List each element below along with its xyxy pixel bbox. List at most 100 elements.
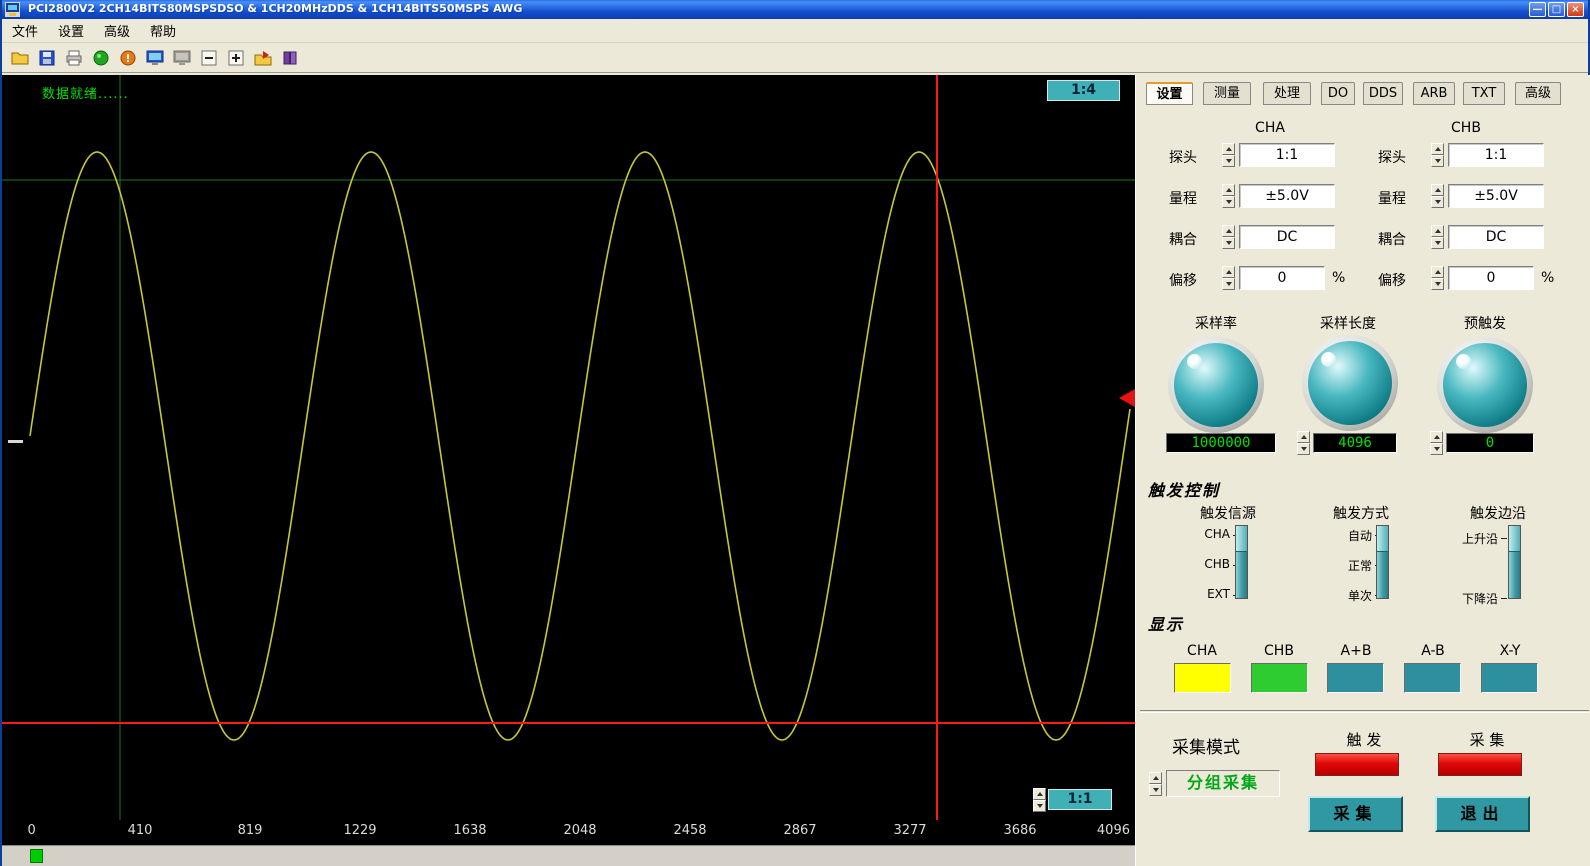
sample-rate-knob[interactable] — [1168, 337, 1264, 433]
scrollbar-thumb[interactable] — [30, 849, 43, 863]
coupling-spinner-chb[interactable] — [1431, 225, 1444, 249]
knob-ball — [1443, 343, 1527, 427]
probe-label-chb: 探头 — [1378, 147, 1406, 167]
coupling-field-chb[interactable]: DC — [1448, 225, 1544, 249]
help-icon[interactable] — [278, 46, 302, 70]
probe-label-cha: 探头 — [1169, 147, 1197, 167]
section-divider — [1140, 710, 1589, 712]
tab-dds[interactable]: DDS — [1363, 82, 1403, 105]
coupling-spinner-cha[interactable] — [1222, 225, 1235, 249]
x-axis-tick: 2458 — [673, 823, 706, 838]
probe-field-cha[interactable]: 1:1 — [1239, 143, 1335, 167]
maximize-button[interactable]: □ — [1548, 2, 1565, 17]
display-cha-button[interactable] — [1174, 663, 1231, 693]
menu-advanced[interactable]: 高级 — [94, 18, 140, 43]
vertical-scale-indicator[interactable]: 1:4 — [1047, 80, 1120, 101]
x-axis-tick: 3686 — [1003, 823, 1036, 838]
range-spinner-chb[interactable] — [1431, 184, 1444, 208]
tab-do[interactable]: DO — [1321, 82, 1355, 105]
display-xy-button[interactable] — [1481, 663, 1538, 693]
trigger-mode-option-normal[interactable]: 正常 — [1328, 557, 1372, 574]
menu-file[interactable]: 文件 — [2, 18, 48, 43]
trigger-source-option-chb[interactable]: CHB — [1186, 557, 1230, 571]
display-aplusb-button[interactable] — [1327, 663, 1384, 693]
cha-waveform — [30, 152, 1130, 740]
display-chb-label: CHB — [1251, 643, 1307, 659]
acquisition-mode-spinner[interactable] — [1149, 772, 1162, 796]
exit-button[interactable]: 退出 — [1435, 796, 1530, 832]
horizontal-scale-indicator[interactable]: 1:1 — [1048, 789, 1112, 810]
horizontal-scale-spinner[interactable] — [1033, 788, 1046, 812]
tab-process[interactable]: 处理 — [1263, 82, 1311, 105]
pretrigger-label: 预触发 — [1450, 313, 1520, 333]
tab-advanced[interactable]: 高级 — [1515, 82, 1561, 105]
trigger-edge-option-rising[interactable]: 上升沿 — [1448, 530, 1498, 547]
zoom-out-icon[interactable] — [197, 46, 221, 70]
trigger-control-heading: 触发控制 — [1148, 477, 1220, 501]
sample-rate-label: 采样率 — [1181, 313, 1251, 333]
trigger-edge-option-falling[interactable]: 下降沿 — [1448, 590, 1498, 607]
range-field-cha[interactable]: ±5.0V — [1239, 184, 1335, 208]
cha-header: CHA — [1246, 120, 1294, 136]
offset-field-cha[interactable]: 0 — [1239, 266, 1325, 290]
range-field-chb[interactable]: ±5.0V — [1448, 184, 1544, 208]
trigger-source-option-ext[interactable]: EXT — [1186, 587, 1230, 601]
status-text: 数据就绪...... — [42, 83, 129, 102]
trigger-indicator-lamp — [1315, 753, 1399, 776]
x-axis-tick: 0 — [28, 823, 36, 838]
menu-settings[interactable]: 设置 — [48, 18, 94, 43]
channel-zero-marker — [8, 440, 23, 443]
probe-field-chb[interactable]: 1:1 — [1448, 143, 1544, 167]
display-heading: 显示 — [1148, 611, 1184, 635]
acquire-button[interactable]: 采集 — [1308, 796, 1403, 832]
trigger-mode-option-auto[interactable]: 自动 — [1328, 527, 1372, 544]
tab-arb[interactable]: ARB — [1413, 82, 1455, 105]
offset-field-chb[interactable]: 0 — [1448, 266, 1534, 290]
offset-spinner-chb[interactable] — [1431, 266, 1444, 290]
pretrigger-knob[interactable] — [1437, 337, 1533, 433]
trigger-mode-option-single[interactable]: 单次 — [1328, 587, 1372, 604]
sample-length-spinner[interactable] — [1297, 431, 1310, 455]
tab-settings[interactable]: 设置 — [1146, 82, 1193, 105]
sample-length-knob[interactable] — [1302, 335, 1398, 431]
window-title: PCI2800V2 2CH14BITS80MSPSDSO & 1CH20MHzD… — [28, 2, 522, 15]
display-icon[interactable] — [143, 46, 167, 70]
x-axis-tick: 1229 — [343, 823, 376, 838]
tab-measure[interactable]: 测量 — [1203, 82, 1251, 105]
trigger-level-marker[interactable] — [1119, 389, 1135, 407]
menu-help[interactable]: 帮助 — [140, 18, 186, 43]
probe-spinner-cha[interactable] — [1222, 143, 1235, 167]
probe-spinner-chb[interactable] — [1431, 143, 1444, 167]
display-chb-button[interactable] — [1251, 663, 1308, 693]
trigger-edge-slider[interactable] — [1508, 525, 1521, 599]
minimize-button[interactable]: — — [1529, 2, 1546, 17]
zoom-in-icon[interactable] — [224, 46, 248, 70]
coupling-field-cha[interactable]: DC — [1239, 225, 1335, 249]
trigger-source-option-cha[interactable]: CHA — [1186, 527, 1230, 541]
app-window: PCI2800V2 2CH14BITS80MSPSDSO & 1CH20MHzD… — [0, 0, 1590, 866]
acquisition-mode-value[interactable]: 分组采集 — [1166, 770, 1280, 797]
open-icon[interactable] — [8, 46, 32, 70]
range-spinner-cha[interactable] — [1222, 184, 1235, 208]
close-button[interactable]: × — [1567, 2, 1584, 17]
save-icon[interactable] — [35, 46, 59, 70]
offset-spinner-cha[interactable] — [1222, 266, 1235, 290]
display-aplusb-label: A+B — [1328, 643, 1384, 659]
print-icon[interactable] — [62, 46, 86, 70]
display-off-icon[interactable] — [170, 46, 194, 70]
trigger-source-slider[interactable] — [1235, 525, 1248, 599]
x-axis-ticks: 041081912291638204824582867327736864096 — [2, 823, 1135, 843]
run-icon[interactable] — [89, 46, 113, 70]
waveform-canvas — [2, 75, 1135, 820]
knob-indicator-dot — [1321, 352, 1336, 367]
tab-txt[interactable]: TXT — [1463, 82, 1505, 105]
pretrigger-spinner[interactable] — [1430, 431, 1443, 455]
title-bar: PCI2800V2 2CH14BITS80MSPSDSO & 1CH20MHzD… — [2, 0, 1588, 19]
trigger-mode-slider[interactable] — [1376, 525, 1389, 599]
export-icon[interactable] — [251, 46, 275, 70]
display-aminusb-button[interactable] — [1404, 663, 1461, 693]
app-icon — [5, 2, 20, 17]
plot-scrollbar[interactable] — [2, 845, 1135, 866]
acquire-indicator-lamp — [1438, 753, 1522, 776]
about-icon[interactable] — [116, 46, 140, 70]
